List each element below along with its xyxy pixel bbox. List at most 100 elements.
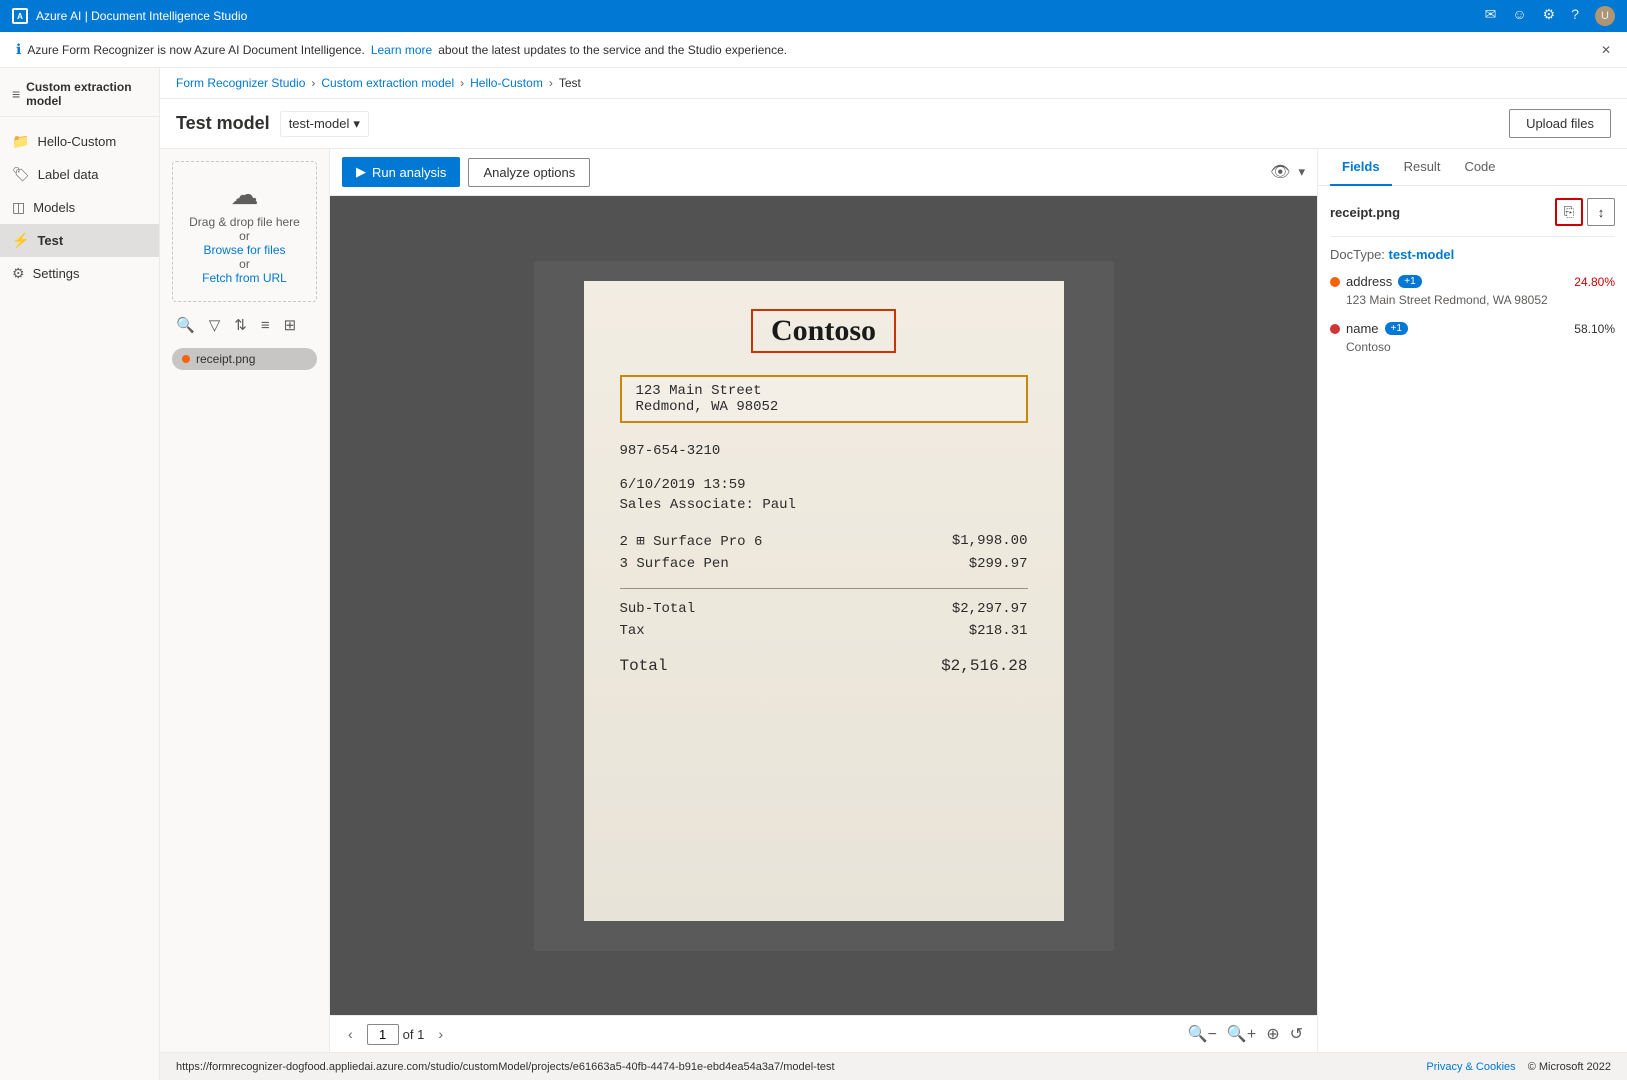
field-address-name: address xyxy=(1346,274,1392,289)
receipt-total-value: $2,516.28 xyxy=(941,657,1027,675)
receipt-phone: 987-654-3210 xyxy=(620,443,1028,459)
browse-files-link[interactable]: Browse for files xyxy=(203,243,285,257)
model-icon: ◫ xyxy=(12,199,25,216)
notification-close[interactable]: ✕ xyxy=(1601,43,1611,57)
receipt-name: Contoso xyxy=(751,309,896,353)
sidebar-label-models: Models xyxy=(33,200,75,215)
sort-icon[interactable]: ⇅ xyxy=(230,314,251,336)
file-status-dot xyxy=(182,355,190,363)
analysis-toolbar: ▶ Run analysis Analyze options 👁 ▾ xyxy=(330,149,1317,196)
left-content-wrapper: ▶ Run analysis Analyze options 👁 ▾ xyxy=(330,149,1317,1052)
receipt-item2-price: $299.97 xyxy=(969,556,1028,572)
learn-more-link[interactable]: Learn more xyxy=(371,43,432,57)
receipt-tax-label: Tax xyxy=(620,623,645,639)
filter-icon[interactable]: ▽ xyxy=(205,314,225,336)
sidebar-label-hello-custom: Hello-Custom xyxy=(37,134,116,149)
fit-button[interactable]: ⊕ xyxy=(1264,1022,1281,1046)
breadcrumb-sep1: › xyxy=(311,76,315,90)
page-header: Test model test-model ▾ Upload files xyxy=(160,99,1627,149)
receipt-tax-value: $218.31 xyxy=(969,623,1028,639)
breadcrumb-hello-custom[interactable]: Hello-Custom xyxy=(470,76,543,90)
file-item[interactable]: receipt.png xyxy=(172,348,317,370)
field-name-badge: +1 xyxy=(1385,322,1408,335)
upload-area[interactable]: ☁ Drag & drop file here or Browse for fi… xyxy=(172,161,317,302)
tab-fields[interactable]: Fields xyxy=(1330,149,1392,186)
field-name-confidence: 58.10% xyxy=(1574,322,1615,336)
status-bar: https://formrecognizer-dogfood.appliedai… xyxy=(160,1052,1627,1080)
prev-page-button[interactable]: ‹ xyxy=(342,1024,359,1044)
field-address: address +1 24.80% 123 Main Street Redmon… xyxy=(1330,274,1615,307)
receipt-associate: Sales Associate: Paul xyxy=(620,497,1028,513)
grid-view-icon[interactable]: ⊞ xyxy=(280,314,301,336)
tab-code[interactable]: Code xyxy=(1452,149,1507,186)
privacy-link[interactable]: Privacy & Cookies xyxy=(1426,1061,1515,1073)
title-bar: A Azure AI | Document Intelligence Studi… xyxy=(0,0,1627,32)
sidebar-header: ≡ Custom extraction model xyxy=(0,68,159,117)
eye-icon[interactable]: 👁 xyxy=(1270,162,1290,182)
info-icon: ℹ xyxy=(16,41,21,58)
run-analysis-button[interactable]: ▶ Run analysis xyxy=(342,157,460,187)
zoom-out-button[interactable]: 🔍− xyxy=(1186,1022,1219,1046)
search-icon[interactable]: 🔍 xyxy=(172,314,199,336)
settings-icon: ⚙ xyxy=(12,265,25,282)
model-selector[interactable]: test-model ▾ xyxy=(280,111,369,137)
gear-icon[interactable]: ⚙ xyxy=(1543,6,1556,26)
analyze-options-button[interactable]: Analyze options xyxy=(468,158,590,187)
copyright: © Microsoft 2022 xyxy=(1528,1061,1611,1073)
profile-icon[interactable]: U xyxy=(1595,6,1615,26)
right-panel-tabs: Fields Result Code xyxy=(1318,149,1627,186)
or-text: or xyxy=(185,257,304,271)
sidebar-label-test: Test xyxy=(37,233,63,248)
rotate-button[interactable]: ↺ xyxy=(1288,1022,1305,1046)
upload-files-button[interactable]: Upload files xyxy=(1509,109,1611,138)
test-icon: ⚡ xyxy=(12,232,29,249)
sidebar-item-hello-custom[interactable]: 📁 Hello-Custom xyxy=(0,125,159,158)
field-name-header: name +1 58.10% xyxy=(1330,321,1615,336)
doctype-label: DocType: xyxy=(1330,247,1385,262)
fetch-url-link[interactable]: Fetch from URL xyxy=(202,271,287,285)
notification-bar: ℹ Azure Form Recognizer is now Azure AI … xyxy=(0,32,1627,68)
sidebar-title: Custom extraction model xyxy=(26,80,147,108)
breadcrumb-custom-extraction[interactable]: Custom extraction model xyxy=(321,76,454,90)
model-name: test-model xyxy=(289,116,350,131)
page-input[interactable] xyxy=(367,1024,399,1045)
list-view-icon[interactable]: ≡ xyxy=(257,315,274,336)
field-address-badge: +1 xyxy=(1398,275,1421,288)
sidebar-item-test[interactable]: ⚡ Test xyxy=(0,224,159,257)
field-name-dot xyxy=(1330,324,1340,334)
help-icon[interactable]: ? xyxy=(1571,6,1579,26)
breadcrumb-test: Test xyxy=(559,76,581,90)
breadcrumb-form-recognizer[interactable]: Form Recognizer Studio xyxy=(176,76,305,90)
sidebar-toggle[interactable]: ≡ xyxy=(12,86,20,102)
breadcrumb: Form Recognizer Studio › Custom extracti… xyxy=(160,68,1627,99)
download-button[interactable]: ↕ xyxy=(1587,198,1615,226)
zoom-in-button[interactable]: 🔍+ xyxy=(1225,1022,1258,1046)
status-right: Privacy & Cookies © Microsoft 2022 xyxy=(1426,1061,1611,1073)
status-url: https://formrecognizer-dogfood.appliedai… xyxy=(176,1061,835,1073)
page-info: of 1 xyxy=(367,1024,425,1045)
receipt-item1-desc: 2 ⊞ Surface Pro 6 xyxy=(620,533,763,550)
field-name: name +1 58.10% Contoso xyxy=(1330,321,1615,354)
next-page-button[interactable]: › xyxy=(432,1024,449,1044)
copy-json-button[interactable]: ⎘ xyxy=(1555,198,1583,226)
doctype-row: DocType: test-model xyxy=(1330,247,1615,262)
tab-result[interactable]: Result xyxy=(1392,149,1453,186)
title-bar-actions: ✉ ☺ ⚙ ? U xyxy=(1485,6,1615,26)
email-icon[interactable]: ✉ xyxy=(1485,6,1497,26)
field-name-name: name xyxy=(1346,321,1379,336)
receipt-address-line1: 123 Main Street xyxy=(636,383,1012,399)
field-address-label-group: address +1 xyxy=(1330,274,1422,289)
notification-suffix: about the latest updates to the service … xyxy=(438,43,787,57)
sidebar-label-label-data: Label data xyxy=(38,167,99,182)
run-analysis-label: Run analysis xyxy=(372,165,446,180)
receipt-item1-price: $1,998.00 xyxy=(952,533,1028,550)
smiley-icon[interactable]: ☺ xyxy=(1512,6,1526,26)
file-name: receipt.png xyxy=(196,352,255,366)
svg-text:A: A xyxy=(17,12,23,21)
sidebar-item-settings[interactable]: ⚙ Settings xyxy=(0,257,159,290)
sidebar-item-models[interactable]: ◫ Models xyxy=(0,191,159,224)
sidebar-item-label-data[interactable]: 🏷 Label data xyxy=(0,158,159,191)
field-name-label-group: name +1 xyxy=(1330,321,1408,336)
chevron-down-icon[interactable]: ▾ xyxy=(1298,164,1305,180)
chevron-down-icon: ▾ xyxy=(353,116,360,132)
